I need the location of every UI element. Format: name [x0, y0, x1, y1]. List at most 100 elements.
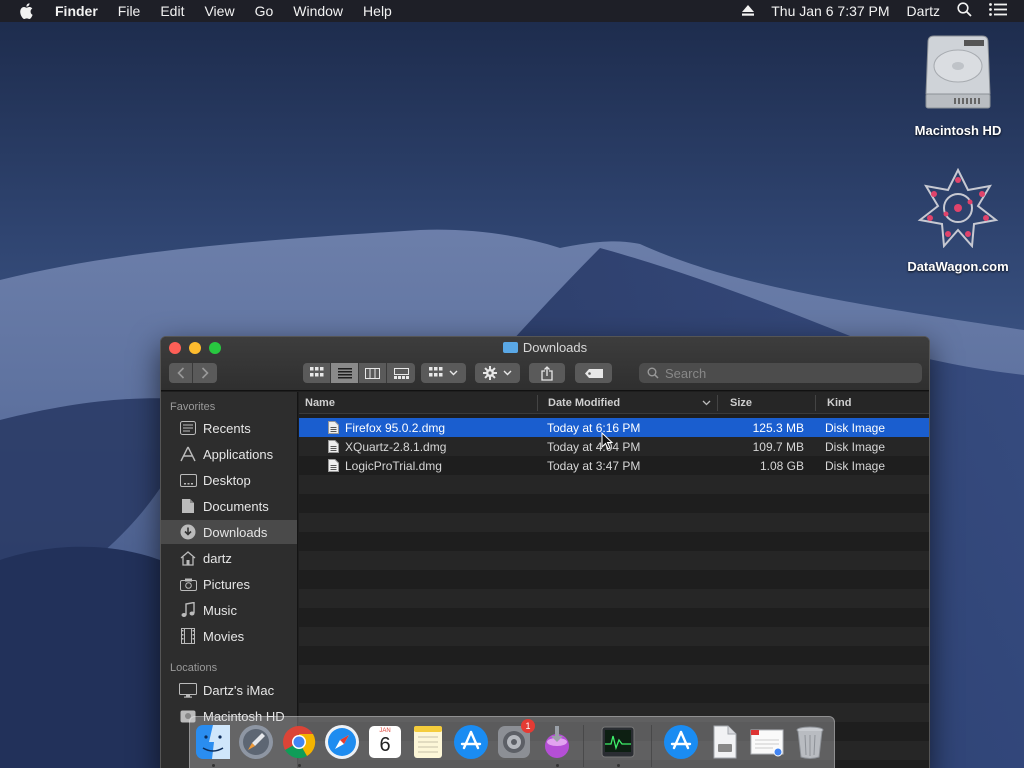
- menu-go[interactable]: Go: [255, 3, 274, 19]
- column-header-date[interactable]: Date Modified: [548, 397, 620, 409]
- sidebar-item-imac[interactable]: Dartz's iMac: [161, 678, 297, 702]
- menu-help[interactable]: Help: [363, 3, 392, 19]
- dock-separator: [651, 725, 652, 767]
- camera-icon: [178, 575, 198, 593]
- column-divider[interactable]: [537, 395, 538, 411]
- launchpad-icon: [239, 725, 273, 759]
- hard-drive-icon: [925, 35, 991, 109]
- column-divider[interactable]: [815, 395, 816, 411]
- menu-file[interactable]: File: [118, 3, 141, 19]
- action-button[interactable]: [475, 363, 520, 383]
- sidebar-item-downloads[interactable]: Downloads: [161, 520, 297, 544]
- empty-row: [299, 551, 929, 570]
- dock-safari[interactable]: [324, 724, 360, 760]
- dock-installer[interactable]: [539, 724, 575, 760]
- spotlight-search-icon[interactable]: [957, 2, 972, 20]
- desktop-icon-macintosh-hd[interactable]: Macintosh HD: [898, 32, 1018, 138]
- activity-monitor-icon: [601, 726, 635, 758]
- tags-button[interactable]: [575, 363, 612, 383]
- file-name: LogicProTrial.dmg: [345, 459, 442, 473]
- dock-trash[interactable]: [792, 724, 828, 760]
- finder-window: Downloads Search Favorites Recents Appli…: [160, 336, 930, 768]
- menu-bar: Finder File Edit View Go Window Help Thu…: [0, 0, 1024, 22]
- search-field[interactable]: [639, 363, 922, 383]
- list-icon: [337, 367, 352, 378]
- sidebar-item-music[interactable]: Music: [161, 598, 297, 622]
- menu-edit[interactable]: Edit: [160, 3, 184, 19]
- file-kind: Disk Image: [825, 440, 886, 454]
- notification-badge: 1: [521, 719, 535, 733]
- sidebar-item-label: Applications: [203, 446, 274, 462]
- file-row-firefox[interactable]: Firefox 95.0.2.dmg Today at 6:16 PM 125.…: [299, 418, 929, 437]
- notification-center-icon[interactable]: [989, 3, 1007, 19]
- sidebar-item-movies[interactable]: Movies: [161, 624, 297, 648]
- grid-icon: [429, 367, 443, 377]
- sidebar-item-recents[interactable]: Recents: [161, 416, 297, 440]
- menubar-clock[interactable]: Thu Jan 6 7:37 PM: [771, 3, 889, 19]
- column-divider[interactable]: [717, 395, 718, 411]
- list-view-button[interactable]: [331, 363, 359, 383]
- applications-icon: [178, 445, 198, 463]
- file-row-logicpro[interactable]: LogicProTrial.dmg Today at 3:47 PM 1.08 …: [299, 456, 929, 475]
- column-header-kind[interactable]: Kind: [827, 397, 851, 409]
- sidebar-item-applications[interactable]: Applications: [161, 442, 297, 466]
- disk-image-file-icon: [328, 440, 339, 453]
- file-date: Today at 6:16 PM: [547, 421, 641, 435]
- empty-row: [299, 589, 929, 608]
- sidebar-item-label: Documents: [203, 498, 269, 514]
- chevron-down-icon: [449, 370, 458, 376]
- desktop-icon-datawagon[interactable]: DataWagon.com: [898, 167, 1018, 274]
- column-header-size[interactable]: Size: [730, 397, 752, 409]
- eject-icon[interactable]: [742, 3, 755, 19]
- column-header-name[interactable]: Name: [305, 397, 335, 409]
- sidebar-item-label: Recents: [203, 420, 251, 436]
- running-indicator: [212, 764, 215, 767]
- file-date: Today at 4:04 PM: [547, 440, 641, 454]
- sidebar-item-home[interactable]: dartz: [161, 546, 297, 570]
- mouse-pointer-icon: [601, 432, 613, 450]
- sidebar-item-documents[interactable]: Documents: [161, 494, 297, 518]
- dock-calendar[interactable]: JAN 6: [367, 724, 403, 760]
- dock-app-store[interactable]: [453, 724, 489, 760]
- file-row-xquartz[interactable]: XQuartz-2.8.1.dmg Today at 4:04 PM 109.7…: [299, 437, 929, 456]
- back-button[interactable]: [169, 363, 193, 383]
- icon-view-button[interactable]: [303, 363, 331, 383]
- clock-icon: [178, 419, 198, 437]
- empty-row: [299, 532, 929, 551]
- file-name: XQuartz-2.8.1.dmg: [345, 440, 447, 454]
- dock-launchpad[interactable]: [238, 724, 274, 760]
- sidebar-item-label: dartz: [203, 550, 232, 566]
- desktop-icon: [178, 471, 198, 489]
- dock-downloads-stack[interactable]: [706, 724, 742, 760]
- window-toolbar: Downloads: [161, 337, 929, 391]
- column-view-button[interactable]: [359, 363, 387, 383]
- empty-row: [299, 570, 929, 589]
- empty-row: [299, 627, 929, 646]
- apple-menu-icon[interactable]: [19, 0, 37, 22]
- share-button[interactable]: [529, 363, 565, 383]
- sidebar-item-pictures[interactable]: Pictures: [161, 572, 297, 596]
- forward-button[interactable]: [193, 363, 217, 383]
- sidebar-item-desktop[interactable]: Desktop: [161, 468, 297, 492]
- dock-chrome[interactable]: [281, 724, 317, 760]
- menu-view[interactable]: View: [204, 3, 234, 19]
- empty-row: [299, 513, 929, 532]
- notes-icon: [414, 726, 442, 758]
- dock-app-store-folder[interactable]: [663, 724, 699, 760]
- dock-finder[interactable]: [195, 724, 231, 760]
- trash-icon: [796, 726, 824, 759]
- gallery-view-button[interactable]: [387, 363, 415, 383]
- dock-system-preferences[interactable]: 1: [496, 719, 535, 760]
- menubar-user[interactable]: Dartz: [907, 3, 940, 19]
- group-by-button[interactable]: [421, 363, 466, 383]
- dock-activity-monitor[interactable]: [600, 724, 636, 760]
- dock-document-stack[interactable]: [749, 724, 785, 760]
- tag-icon: [584, 368, 603, 378]
- calendar-day: 6: [379, 734, 391, 756]
- sidebar-item-label: Pictures: [203, 576, 250, 592]
- dock-notes[interactable]: [410, 724, 446, 760]
- menu-app-finder[interactable]: Finder: [55, 3, 98, 19]
- search-input[interactable]: [665, 365, 905, 381]
- disk-image-file-icon: [328, 421, 339, 434]
- menu-window[interactable]: Window: [293, 3, 343, 19]
